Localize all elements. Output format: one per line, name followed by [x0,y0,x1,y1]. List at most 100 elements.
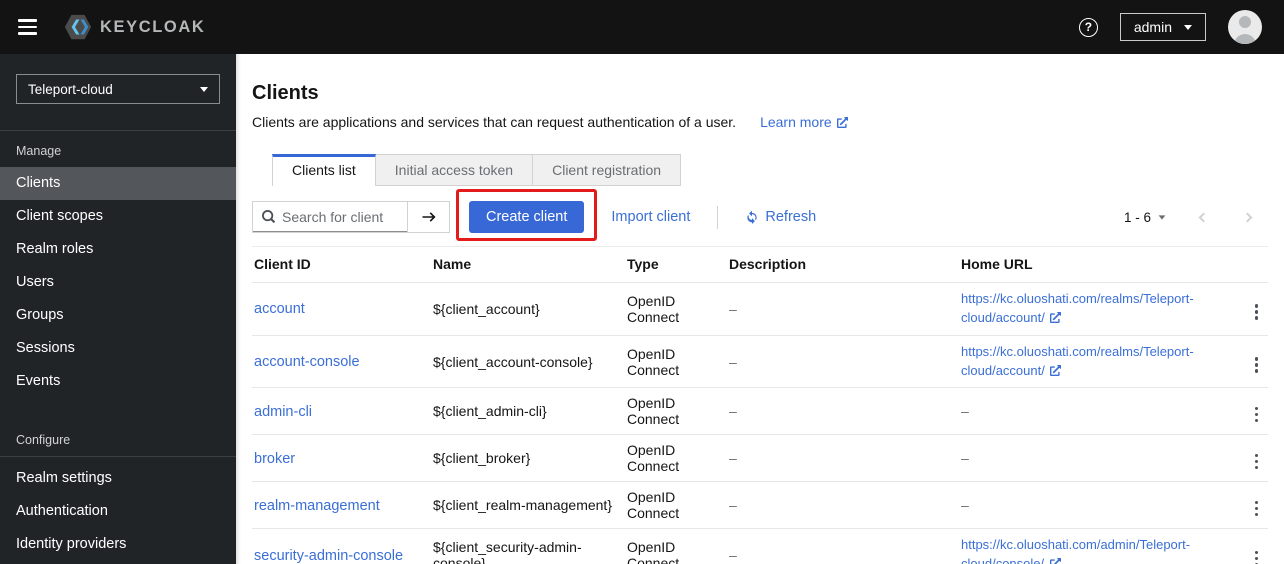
nav-section-title: Configure [0,420,236,457]
search-submit-button[interactable] [407,202,449,232]
column-header-client-id: Client ID [252,247,433,283]
cell-client-id: account [252,282,433,336]
client-id-link[interactable]: account-console [254,354,360,370]
refresh-label: Refresh [765,209,817,225]
tab-initial-access-token[interactable]: Initial access token [375,154,534,186]
search-field [253,202,407,232]
main-content: Clients Clients are applications and ser… [236,54,1284,564]
chevron-down-icon [1184,24,1192,30]
cell-home-url: https://kc.oluoshati.com/admin/Teleport-… [961,528,1229,564]
client-id-link[interactable]: security-admin-console [254,548,403,564]
user-menu-label: admin [1133,19,1172,35]
annotated-area: Create client [456,189,598,241]
home-url-link[interactable]: https://kc.oluoshati.com/realms/Teleport… [961,344,1194,378]
table-row: security-admin-console ${client_security-… [252,528,1268,564]
cell-home-url: – [961,434,1229,483]
sidebar-item-users[interactable]: Users [0,266,236,299]
home-url-text: https://kc.oluoshati.com/realms/Teleport… [961,291,1194,325]
refresh-icon [747,210,758,224]
client-id-link[interactable]: realm-management [254,498,380,514]
kebab-menu-button[interactable] [1247,498,1267,520]
table-header: Client ID Name Type Description Home URL [252,247,1268,283]
cell-actions [1229,282,1268,336]
home-url-link[interactable]: https://kc.oluoshati.com/realms/Teleport… [961,291,1194,325]
sidebar-item-clients[interactable]: Clients [0,167,236,200]
cell-home-url: – [961,387,1229,436]
realm-selector-value: Teleport-cloud [28,81,113,97]
table-body: account ${client_account} OpenID Connect – h… [252,282,1268,564]
search-icon [262,210,275,223]
sidebar-item-sessions[interactable]: Sessions [0,332,236,365]
external-link-icon [836,116,848,128]
sidebar-item-realm-roles[interactable]: Realm roles [0,233,236,266]
search-input[interactable] [282,208,398,225]
table-row: account-console ${client_account-console}… [252,335,1268,389]
keycloak-logo-icon [64,14,92,40]
learn-more-link[interactable]: Learn more [760,114,848,130]
kebab-menu-icon [1254,500,1258,517]
keycloak-logo[interactable]: KEYCLOAK [63,12,205,42]
hamburger-menu-icon[interactable] [18,19,37,35]
keycloak-admin-console: KEYCLOAK ? admin Teleport-cloud Manage Cl… [0,0,1284,564]
next-page-button[interactable] [1241,211,1254,224]
kebab-menu-icon [1254,453,1258,470]
chevron-left-icon [1198,212,1209,222]
sidebar-item-client-scopes[interactable]: Client scopes [0,200,236,233]
sidebar-item-authentication[interactable]: Authentication [0,495,236,528]
kebab-menu-button[interactable] [1247,404,1267,426]
nav-section-title: Manage [16,144,62,158]
import-client-link[interactable]: Import client [611,209,690,225]
avatar[interactable] [1228,10,1262,44]
sidebar-item-identity-providers[interactable]: Identity providers [0,528,236,561]
page-subtitle: Clients are applications and services th… [252,114,737,130]
home-url-text: https://kc.oluoshati.com/admin/Teleport-… [961,537,1191,564]
cell-actions [1229,434,1268,483]
nav-section-manage: Manage Clients Client scopes Realm roles Use… [0,131,236,398]
column-header-name: Name [433,247,627,283]
create-client-button[interactable]: Create client [469,201,585,233]
column-header-description: Description [729,247,961,283]
user-menu[interactable]: admin [1119,13,1206,41]
sidebar-item-events[interactable]: Events [0,365,236,398]
tab-bar: Clients list Initial access token Client r… [272,154,682,186]
cell-client-id: admin-cli [252,387,433,436]
cell-home-url: – [961,481,1229,530]
topbar-actions: ? admin [1078,10,1262,44]
pagination-dropdown[interactable]: 1 - 6 [1124,210,1166,225]
client-id-link[interactable]: account [254,301,305,317]
pagination-top: 1 - 6 [1124,210,1268,225]
cell-description: – [729,481,961,530]
kebab-menu-button[interactable] [1247,451,1267,473]
realm-selector[interactable]: Teleport-cloud [16,74,220,104]
kebab-menu-button[interactable] [1247,548,1267,564]
kebab-menu-icon [1254,550,1258,564]
tab-clients-list[interactable]: Clients list [272,154,376,186]
chevron-down-icon [1158,214,1166,220]
sidebar-item-groups[interactable]: Groups [0,299,236,332]
cell-home-url: https://kc.oluoshati.com/realms/Teleport… [961,282,1229,336]
table-row: account ${client_account} OpenID Connect – h… [252,282,1268,336]
cell-name: ${client_security-admin-console} [433,528,627,564]
clients-table: Client ID Name Type Description Home URL acc… [252,247,1268,564]
home-url-link[interactable]: https://kc.oluoshati.com/admin/Teleport-… [961,537,1190,564]
home-url-text: https://kc.oluoshati.com/realms/Teleport… [961,343,1194,378]
cell-client-id: account-console [252,335,433,389]
sidebar-item-realm-settings[interactable]: Realm settings [0,462,236,495]
external-link-icon [1049,558,1061,564]
cell-name: ${client_realm-management} [433,481,627,530]
cell-type: OpenID Connect [627,282,729,336]
cell-home-url: https://kc.oluoshati.com/realms/Teleport… [961,335,1229,389]
help-icon[interactable]: ? [1078,17,1098,37]
client-id-link[interactable]: admin-cli [254,404,312,420]
cell-type: OpenID Connect [627,481,729,530]
refresh-link[interactable]: Refresh [745,209,816,225]
tab-client-registration[interactable]: Client registration [533,154,682,186]
client-id-link[interactable]: broker [254,451,295,467]
cell-description: – [729,282,961,336]
nav-section-configure: Configure Realm settings Authentication Ide… [0,420,236,561]
kebab-menu-button[interactable] [1247,301,1267,323]
kebab-menu-button[interactable] [1247,354,1267,376]
cell-actions [1229,387,1268,436]
table-header-row: Client ID Name Type Description Home URL [252,247,1268,283]
previous-page-button[interactable] [1197,211,1210,224]
